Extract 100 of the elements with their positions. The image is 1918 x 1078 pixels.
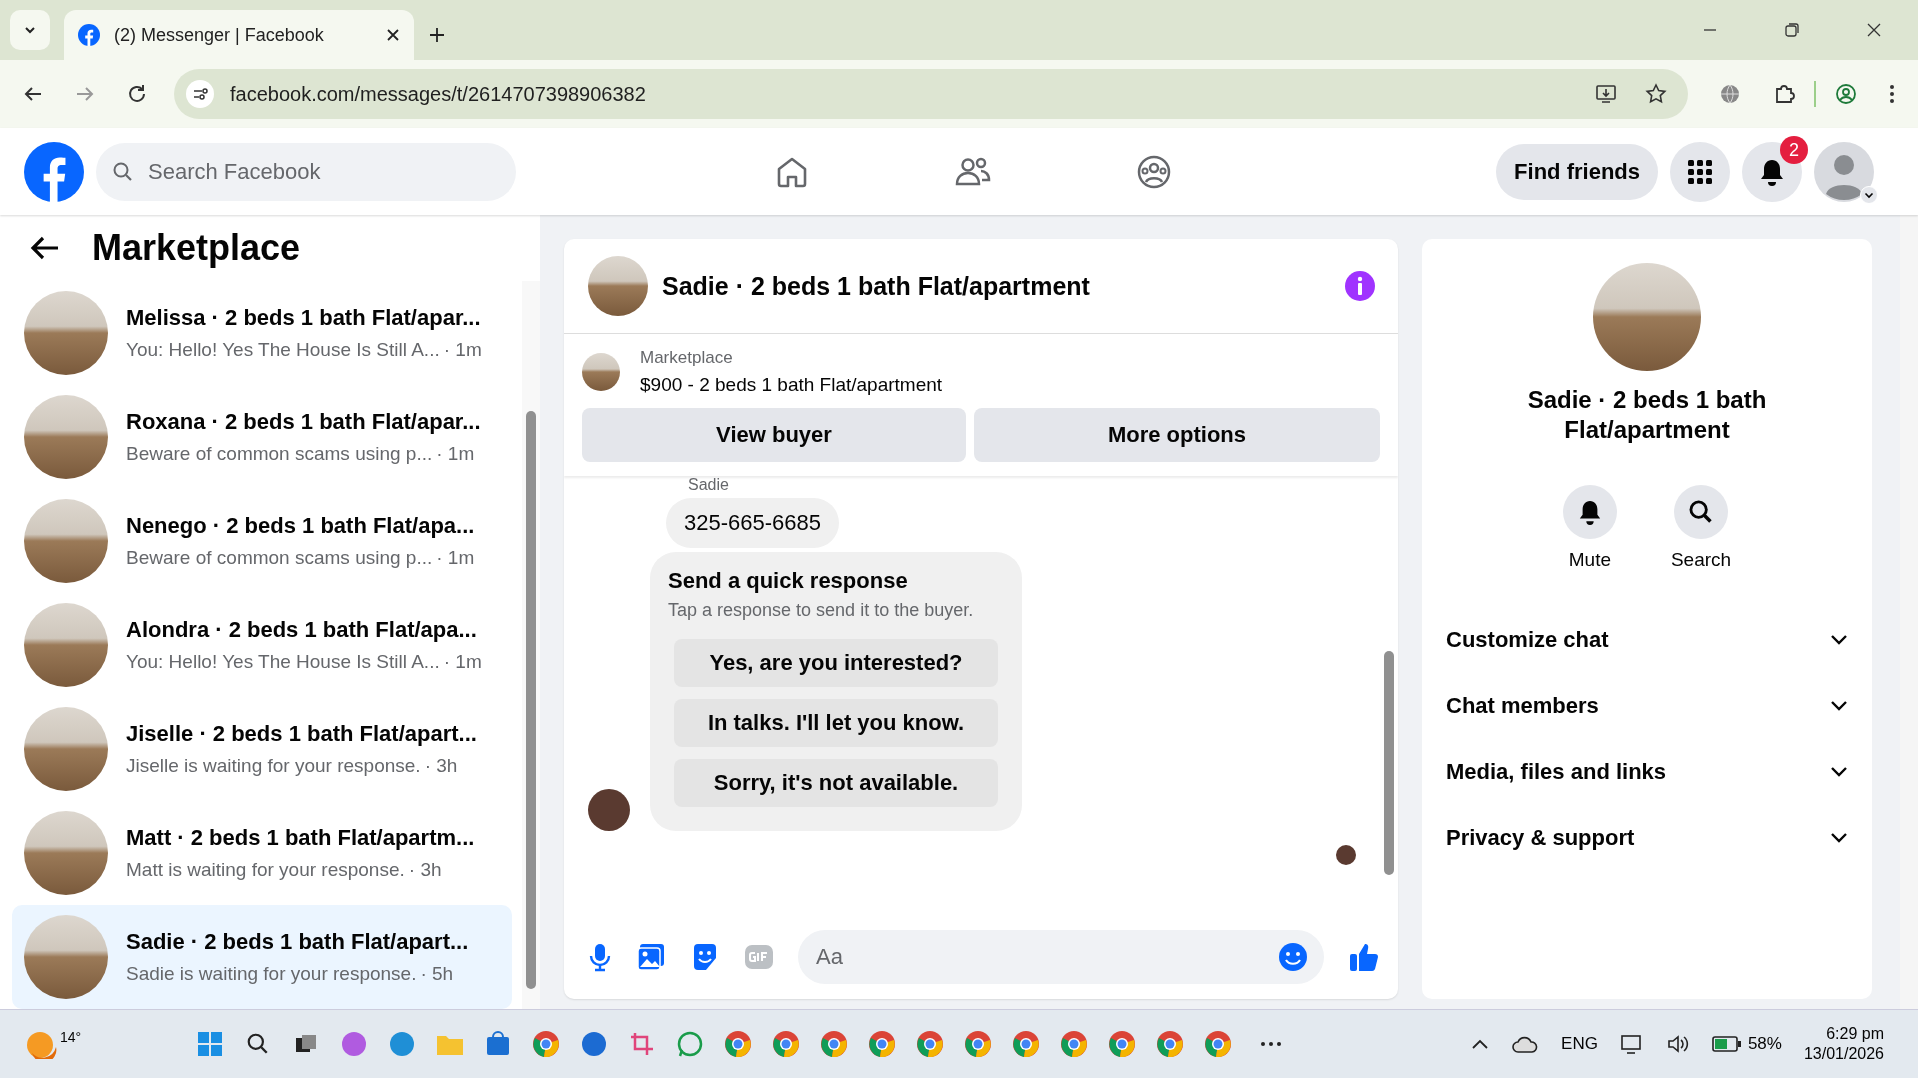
- search-button[interactable]: [1674, 485, 1728, 539]
- message-bubble: 325-665-6685: [666, 498, 839, 548]
- site-settings-icon[interactable]: [186, 80, 214, 108]
- chrome-icon[interactable]: [722, 1028, 754, 1060]
- quick-response-button[interactable]: Sorry, it's not available.: [674, 759, 998, 807]
- search-icon: [1688, 499, 1714, 525]
- message-preview: Beware of common scams using p...: [126, 443, 433, 465]
- caret-icon: [1860, 185, 1878, 204]
- message-time: · 1m: [436, 443, 475, 465]
- find-friends-button[interactable]: Find friends: [1496, 143, 1658, 200]
- conversation-name: Matt · 2 beds 1 bath Flat/apartm...: [126, 825, 475, 851]
- monitor-icon[interactable]: [1619, 1033, 1644, 1055]
- conversation-item[interactable]: Jiselle · 2 beds 1 bath Flat/apart... Jiselle is waiting for your response. · 3h: [12, 697, 512, 801]
- chevron-down-icon: [1830, 700, 1848, 712]
- new-tab-icon[interactable]: [428, 26, 446, 44]
- conversation-name: Sadie · 2 beds 1 bath Flat/apart...: [126, 929, 469, 955]
- sun-icon: [24, 1029, 58, 1059]
- chevron-down-icon: [1830, 634, 1848, 646]
- listing-action-button[interactable]: View buyer: [582, 408, 966, 462]
- message-time: · 1m: [436, 547, 475, 569]
- section-header[interactable]: Privacy & support: [1446, 805, 1848, 871]
- message-input[interactable]: Aa: [798, 930, 1324, 984]
- scrollbar[interactable]: [522, 281, 540, 1009]
- image-icon[interactable]: [636, 942, 666, 972]
- menu-icon[interactable]: [1888, 83, 1896, 105]
- conversation-name: Jiselle · 2 beds 1 bath Flat/apart...: [126, 721, 477, 747]
- emoji-icon[interactable]: [1278, 942, 1308, 972]
- more-icon[interactable]: [1260, 1041, 1282, 1047]
- message-preview: You: Hello! Yes The House Is Still A...: [126, 651, 440, 673]
- message-preview: Beware of common scams using p...: [126, 547, 433, 569]
- cloud-icon[interactable]: [1511, 1034, 1540, 1054]
- message-preview: Sadie is waiting for your response.: [126, 963, 417, 985]
- chevron-down-icon: [1830, 766, 1848, 778]
- facebook-logo-icon[interactable]: [24, 141, 84, 202]
- conversation-item[interactable]: Sadie · 2 beds 1 bath Flat/apart... Sadie is waiting for your response. · 5h: [12, 905, 512, 1009]
- listing-action-button[interactable]: More options: [974, 408, 1380, 462]
- message-time: · 5h: [420, 963, 454, 985]
- sender-name: Sadie: [688, 476, 729, 494]
- facebook-logo-icon: [78, 24, 100, 46]
- install-app-icon[interactable]: [1594, 82, 1618, 106]
- clock[interactable]: 6:29 pm 13/01/2026: [1803, 1025, 1884, 1063]
- thumbs-up-icon[interactable]: [1348, 941, 1380, 973]
- photo-placeholder: [588, 789, 630, 831]
- chrome-icon[interactable]: [866, 1028, 898, 1060]
- conversation-item[interactable]: Nenego · 2 beds 1 bath Flat/apa... Beware of common scams using p... · 1m: [12, 489, 512, 593]
- microphone-icon[interactable]: [588, 942, 612, 972]
- restore-icon[interactable]: [1784, 22, 1800, 38]
- mute-button[interactable]: [1562, 485, 1617, 539]
- back-arrow-icon[interactable]: [30, 235, 60, 261]
- conversation-item[interactable]: Alondra · 2 beds 1 bath Flat/apa... You: Hello! Yes The House Is Still A... · 1m: [12, 593, 512, 697]
- sidebar-title: Marketplace: [92, 227, 301, 269]
- quick-response-hint: Tap a response to send it to the buyer.: [668, 600, 975, 621]
- section-header[interactable]: Chat members: [1446, 673, 1848, 739]
- conversation-item[interactable]: Melissa · 2 beds 1 bath Flat/apar... You: Hello! Yes The House Is Still A... · 1m: [12, 281, 512, 385]
- message-preview: Matt is waiting for your response.: [126, 859, 405, 881]
- weather-widget[interactable]: 14°: [24, 1029, 194, 1059]
- language-indicator[interactable]: ENG: [1561, 1034, 1598, 1054]
- section-header[interactable]: Media, files and links: [1446, 739, 1848, 805]
- globe-icon[interactable]: [1718, 82, 1742, 106]
- tab-title: (2) Messenger | Facebook: [114, 24, 325, 46]
- search-field[interactable]: Search Facebook: [96, 142, 516, 201]
- chrome-icon[interactable]: [770, 1028, 802, 1060]
- scrollbar[interactable]: [1900, 215, 1918, 1009]
- quick-response-button[interactable]: In talks. I'll let you know.: [674, 699, 998, 747]
- chrome-icon[interactable]: [1106, 1028, 1138, 1060]
- address-bar[interactable]: facebook.com/messages/t/2614707398906382: [174, 69, 1688, 119]
- reload-icon[interactable]: [126, 83, 148, 105]
- info-icon[interactable]: [1344, 270, 1376, 302]
- search-icon: [112, 160, 134, 183]
- close-icon[interactable]: [1866, 22, 1882, 38]
- chrome-icon[interactable]: [530, 1028, 562, 1060]
- chrome-icon[interactable]: [914, 1028, 946, 1060]
- profile-icon[interactable]: [1834, 82, 1858, 106]
- chevron-up-icon[interactable]: [1471, 1038, 1490, 1050]
- message-preview: Jiselle is waiting for your response.: [126, 755, 421, 777]
- conversation-item[interactable]: Roxana · 2 beds 1 bath Flat/apar... Beware of common scams using p... · 1m: [12, 385, 512, 489]
- close-icon[interactable]: [386, 28, 400, 42]
- chrome-icon[interactable]: [1202, 1028, 1234, 1060]
- chrome-icon[interactable]: [1010, 1028, 1042, 1060]
- quick-response-button[interactable]: Yes, are you interested?: [674, 639, 998, 687]
- speaker-icon[interactable]: [1665, 1033, 1690, 1055]
- avatar-silhouette-icon: [1814, 141, 1874, 202]
- notifications-button[interactable]: [1742, 141, 1802, 202]
- chrome-icon[interactable]: [962, 1028, 994, 1060]
- chrome-icon[interactable]: [818, 1028, 850, 1060]
- groups-icon[interactable]: [1136, 153, 1172, 190]
- browser-tab[interactable]: (2) Messenger | Facebook: [64, 10, 414, 60]
- conversation-item[interactable]: Matt · 2 beds 1 bath Flat/apartm... Matt is waiting for your response. · 3h: [12, 801, 512, 905]
- conversation-name: Roxana · 2 beds 1 bath Flat/apar...: [126, 409, 481, 435]
- message-time: · 3h: [408, 859, 442, 881]
- section-header[interactable]: Customize chat: [1446, 607, 1848, 673]
- chrome-icon[interactable]: [1154, 1028, 1186, 1060]
- chrome-icon[interactable]: [1058, 1028, 1090, 1060]
- battery-indicator[interactable]: 58%: [1711, 1034, 1782, 1054]
- chat-title: Sadie · 2 beds 1 bath Flat/apartment: [662, 271, 1090, 301]
- message-time: · 3h: [424, 755, 458, 777]
- notification-count: 2: [1780, 135, 1808, 164]
- star-icon[interactable]: [1644, 82, 1668, 106]
- message-time: · 1m: [443, 651, 482, 673]
- conversation-name: Alondra · 2 beds 1 bath Flat/apa...: [126, 617, 478, 643]
